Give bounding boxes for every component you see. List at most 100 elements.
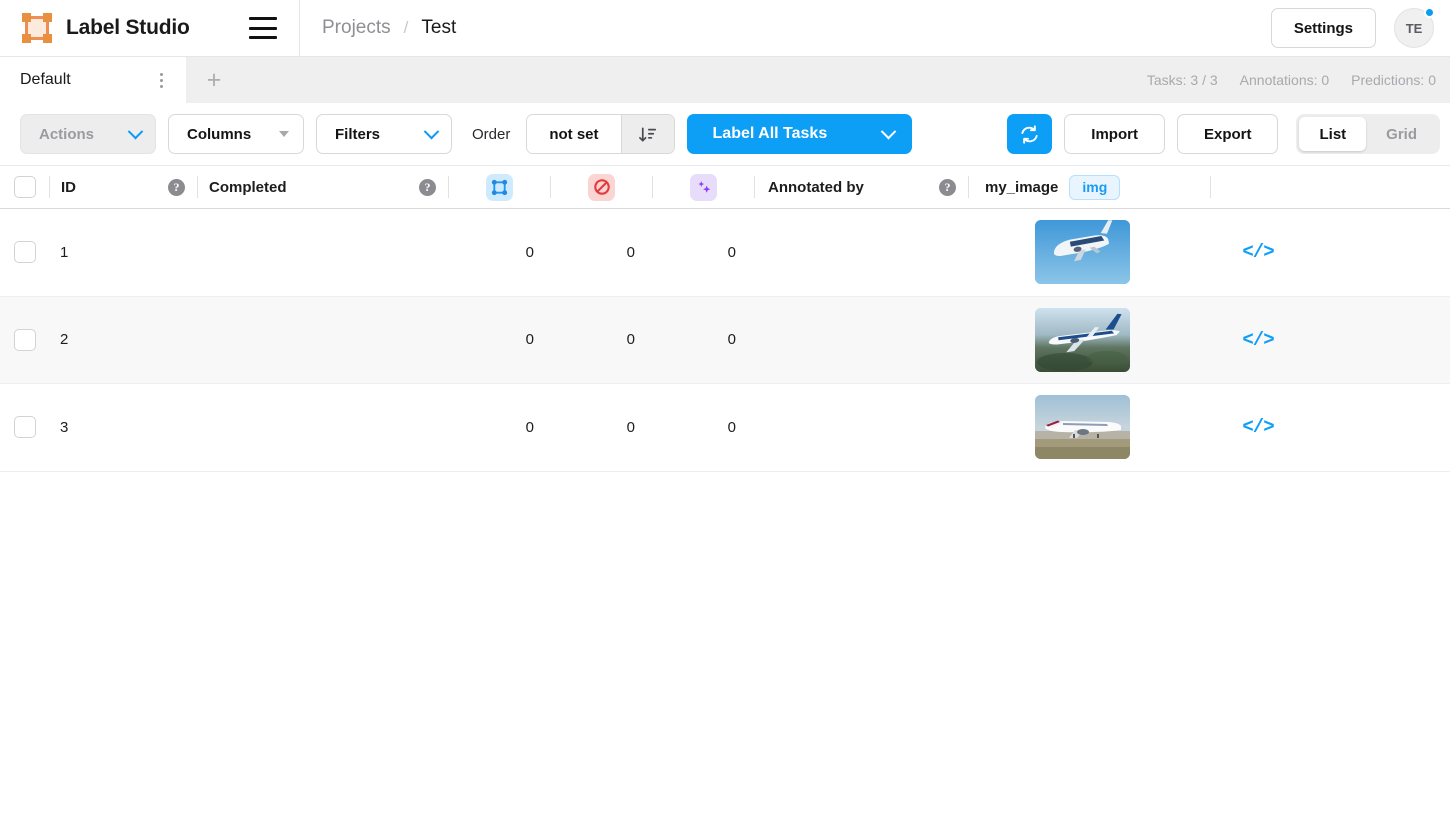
avatar-wrapper: TE [1394,7,1435,48]
cell-my-image [962,297,1203,384]
breadcrumb-projects[interactable]: Projects [322,17,391,39]
label-studio-logo-icon [22,13,52,43]
columns-label: Columns [187,125,252,143]
annotations-bbox-icon [486,173,513,201]
cell-completed [196,297,446,384]
row-checkbox[interactable] [13,328,36,351]
label-all-tasks-button[interactable]: Label All Tasks [686,114,912,154]
brand-name: Label Studio [66,16,190,39]
cell-annotations: 0 [525,418,534,436]
chevron-down-icon [880,123,896,139]
cell-my-image [962,384,1203,471]
cell-predictions: 0 [727,418,736,436]
column-header-my-image-label: my_image [985,178,1059,196]
view-mode-grid[interactable]: Grid [1366,117,1437,151]
row-select-cell [0,384,49,471]
chevron-down-icon [127,123,144,139]
column-header-cancelled[interactable] [551,166,652,208]
column-header-completed[interactable]: Completed ? [198,166,448,208]
tab-default[interactable]: Default [0,57,186,103]
cell-annotated-by [749,384,962,471]
help-icon[interactable]: ? [939,178,956,196]
settings-button[interactable]: Settings [1270,8,1376,48]
add-tab-button[interactable]: + [186,57,242,103]
tab-options-icon[interactable] [152,69,170,91]
import-button[interactable]: Import [1064,114,1165,154]
cell-cancelled: 0 [626,418,635,436]
column-header-annotated-by[interactable]: Annotated by ? [755,166,968,208]
label-all-tasks-label: Label All Tasks [712,125,828,142]
order-label: Order [472,125,511,143]
code-view-icon[interactable]: </> [1242,241,1274,263]
view-mode-list[interactable]: List [1299,117,1367,151]
column-header-completed-label: Completed [209,178,287,196]
column-header-predictions[interactable] [653,166,754,208]
tabs-bar: Default + Tasks: 3 / 3 Annotations: 0 Pr… [0,57,1450,103]
column-header-annotated-by-label: Annotated by [768,178,864,196]
tab-stats: Tasks: 3 / 3 Annotations: 0 Predictions:… [1147,57,1450,103]
view-mode-toggle: List Grid [1296,114,1440,154]
breadcrumb-current-project[interactable]: Test [421,17,456,39]
row-checkbox[interactable] [13,241,36,264]
code-view-icon[interactable]: </> [1242,329,1274,351]
export-button[interactable]: Export [1176,114,1279,154]
stat-predictions: Predictions: 0 [1351,72,1436,88]
filters-label: Filters [335,125,381,143]
tab-label: Default [20,71,71,88]
cell-predictions: 0 [727,243,736,261]
filters-button[interactable]: Filters [316,114,452,154]
refresh-button[interactable] [1007,114,1053,154]
stat-tasks: Tasks: 3 / 3 [1146,72,1218,88]
white-airliner-on-runway[interactable] [1035,395,1130,460]
cell-annotated-by [749,209,962,296]
cancelled-skipped-icon [588,173,615,201]
cell-id: 3 [60,418,69,436]
column-divider [1210,176,1211,198]
order-control: not set [526,114,675,154]
select-all-cell [0,166,49,208]
column-header-annotations[interactable] [449,166,550,208]
cell-id: 2 [60,331,69,349]
table-row[interactable]: 2 0 0 0 </> [0,296,1450,384]
cell-annotations: 0 [525,243,534,261]
table-row[interactable]: 3 0 0 0 </> [0,384,1450,472]
order-value-button[interactable]: not set [527,115,621,153]
cell-code-view: </> [1203,209,1313,296]
row-select-cell [0,297,49,384]
table-header-row: ID ? Completed ? Annotated by ? my_image… [0,165,1450,209]
table-body: 1 0 0 0 </> 2 0 0 0 </> 3 0 0 0 </> [0,209,1450,472]
breadcrumb-separator: / [403,18,409,37]
chevron-down-icon [279,131,289,137]
cell-annotations: 0 [525,331,534,349]
columns-button[interactable]: Columns [168,114,304,154]
cell-my-image [962,209,1203,296]
table-row[interactable]: 1 0 0 0 </> [0,209,1450,297]
table-empty-area [0,471,1450,805]
column-header-id[interactable]: ID ? [50,166,197,208]
row-select-cell [0,209,49,296]
breadcrumb: Projects / Test [300,17,456,39]
select-all-checkbox[interactable] [13,176,36,198]
sort-descending-icon[interactable] [620,115,674,153]
row-checkbox[interactable] [13,416,36,439]
cell-cancelled: 0 [626,331,635,349]
hamburger-menu-icon[interactable] [249,17,277,39]
code-view-icon[interactable]: </> [1242,416,1274,438]
app-header: Label Studio Projects / Test Settings TE [0,0,1450,57]
cell-code-view: </> [1203,297,1313,384]
cell-code-view: </> [1203,384,1313,471]
boeing-airliner-in-flight-over-terrain[interactable] [1035,307,1130,372]
header-actions: Settings TE [1270,7,1450,48]
column-header-my-image[interactable]: my_image img [969,166,1210,208]
column-header-id-label: ID [61,178,76,196]
brand-zone: Label Studio [0,0,300,57]
actions-button[interactable]: Actions [20,114,156,154]
airbus-beluga-aircraft-in-flight[interactable] [1035,220,1130,285]
actions-label: Actions [39,125,95,143]
help-icon[interactable]: ? [419,178,436,196]
cell-predictions: 0 [727,331,736,349]
cell-completed [196,384,446,471]
notification-dot-icon [1424,7,1435,18]
toolbar-right-group: Import Export List Grid [1007,114,1440,154]
help-icon[interactable]: ? [168,178,185,196]
